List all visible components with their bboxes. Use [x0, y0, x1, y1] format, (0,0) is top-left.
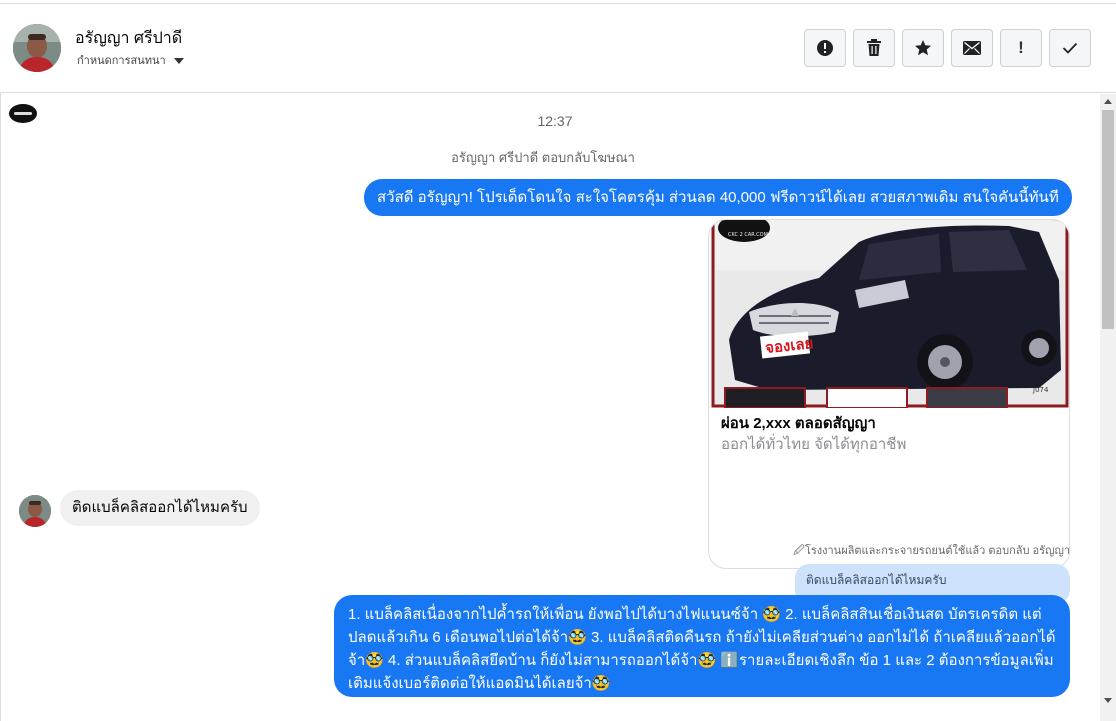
contact-avatar[interactable]: [13, 24, 61, 72]
message-timestamp: 12:37: [537, 113, 573, 129]
scrollbar-thumb[interactable]: [1102, 110, 1114, 329]
conversation-header: อรัญญา ศรีปาดี กำหนดการสนทนา !: [0, 4, 1116, 93]
report-spam-button[interactable]: [804, 29, 846, 67]
reply-meta: 🖉โรงงานผลิตและกระจายรถยนต์ใช้แล้ว ตอบกลั…: [793, 545, 1070, 557]
ad-stock-code: J074: [1032, 386, 1049, 394]
chevron-down-icon: [173, 57, 184, 64]
scroll-down-arrow-icon[interactable]: [1104, 698, 1112, 703]
scroll-up-arrow-icon[interactable]: [1104, 99, 1112, 104]
mark-unread-button[interactable]: [951, 29, 993, 67]
message-thread[interactable]: 12:37 อรัญญา ศรีปาดี ตอบกลับโฆษณา สวัสดี…: [0, 94, 1100, 721]
assign-label: กำหนดการสนทนา: [77, 55, 166, 67]
outgoing-message-bubble[interactable]: สวัสดี อรัญญา! โปรเด็ดโดนใจ สะใจโคตรคุ้ม…: [364, 179, 1072, 216]
trash-icon: [867, 39, 881, 56]
contact-avatar-small: [19, 495, 51, 527]
ad-reply-note: อรัญญา ศรีปาดี ตอบกลับโฆษณา: [451, 150, 635, 165]
ad-car-image: CKC 2 CAR.COM จองเลย J074: [709, 220, 1069, 409]
checkmark-icon: [1062, 42, 1078, 54]
outgoing-reply-bubble[interactable]: 1. แบล็คลิสเนื่องจากไปค้ำรถให้เพื่อน ยัง…: [334, 595, 1070, 697]
thread-scrollbar[interactable]: [1100, 94, 1116, 721]
exclamation-icon: !: [1018, 38, 1024, 57]
mark-done-button[interactable]: [1049, 29, 1091, 67]
star-button[interactable]: [902, 29, 944, 67]
alert-circle-icon: [817, 40, 833, 56]
star-icon: [915, 40, 931, 56]
ad-card-subtitle: ออกได้ทั่วไทย จัดได้ทุกอาชีพ: [721, 436, 907, 453]
assign-conversation-dropdown[interactable]: กำหนดการสนทนา: [77, 51, 184, 69]
delete-button[interactable]: [853, 29, 895, 67]
contact-name[interactable]: อรัญญา ศรีปาดี: [75, 26, 182, 51]
mark-important-button[interactable]: !: [1000, 29, 1042, 67]
ad-logo-text: CKC 2 CAR.COM: [728, 232, 768, 238]
conversation-toolbar: !: [804, 29, 1091, 67]
ad-card[interactable]: CKC 2 CAR.COM จองเลย J074 ผ่อน 2,xxx ตลอ…: [708, 219, 1070, 569]
envelope-icon: [963, 41, 981, 55]
incoming-message-bubble[interactable]: ติดแบล็คลิสออกได้ไหมครับ: [60, 490, 260, 526]
